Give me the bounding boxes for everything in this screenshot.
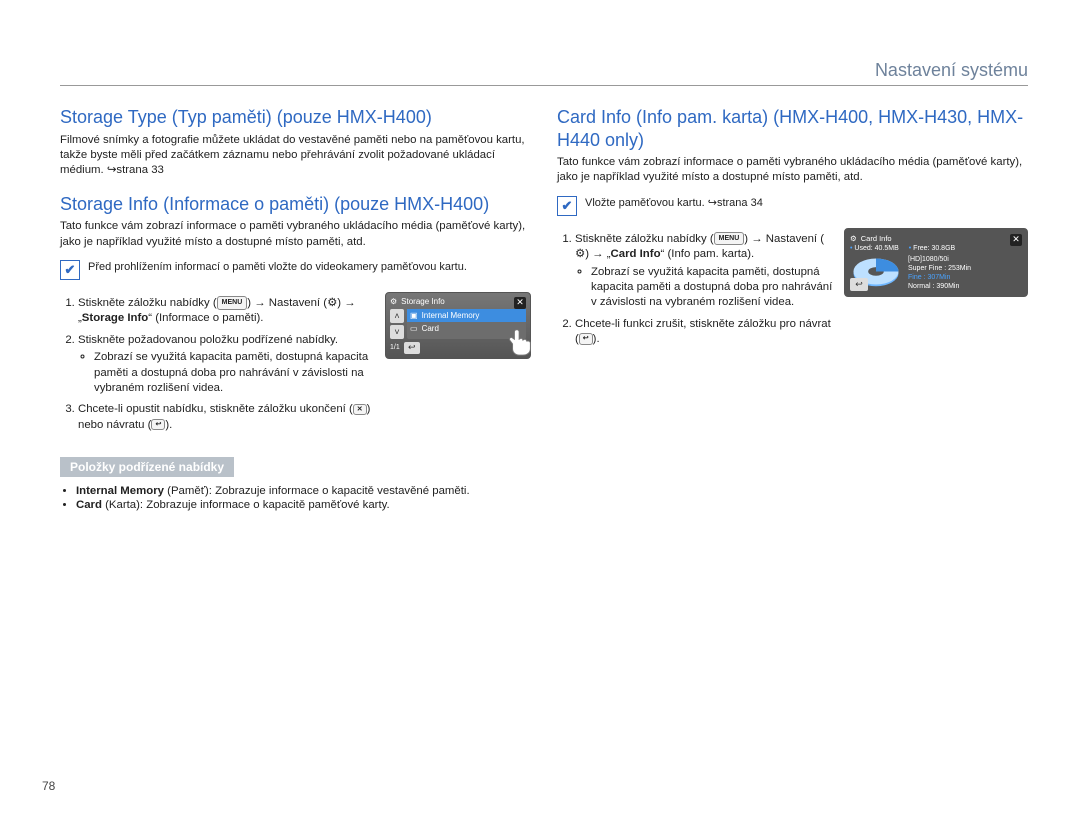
return-icon: ↩ xyxy=(579,333,593,344)
card-stats: • Used: 40.5MB • Free: 30.8GB xyxy=(850,245,1022,252)
paragraph-storage-info: Tato funkce vám zobrazí informace o pamě… xyxy=(60,219,531,250)
note-text: Před prohlížením informací o paměti vlož… xyxy=(88,260,467,275)
menu-icon: MENU xyxy=(714,232,745,245)
screen-title: Storage Info xyxy=(401,297,445,306)
note-row: ✔ Vložte paměťovou kartu. ↪strana 34 xyxy=(557,196,1028,216)
heading-storage-type: Storage Type (Typ paměti) (pouze HMX-H40… xyxy=(60,106,531,129)
check-note-icon: ✔ xyxy=(557,196,577,216)
return-icon: ↩ xyxy=(151,419,165,430)
submenu-heading: Položky podřízené nabídky xyxy=(60,457,234,477)
list-item-internal-memory[interactable]: ▣ Internal Memory xyxy=(407,309,526,322)
step-2-bullet: Zobrazí se využitá kapacita paměti, dost… xyxy=(94,350,375,396)
screen-title: Card Info xyxy=(861,234,892,243)
step-1-bullet: Zobrazí se využitá kapacita paměti, dost… xyxy=(591,265,834,311)
heading-storage-info: Storage Info (Informace o paměti) (pouze… xyxy=(60,193,531,216)
paragraph-storage-type: Filmové snímky a fotografie můžete uklád… xyxy=(60,133,531,179)
mode: [HD]1080/50i xyxy=(908,255,971,264)
screen-title-row: ⚙ Storage Info xyxy=(390,297,526,306)
submenu-items: Internal Memory (Paměť): Zobrazuje infor… xyxy=(60,485,531,511)
submenu-item-internal-memory: Internal Memory (Paměť): Zobrazuje infor… xyxy=(76,485,531,497)
pointer-hand-icon xyxy=(506,327,536,357)
note-text: Vložte paměťovou kartu. ↪strana 34 xyxy=(585,196,763,211)
right-column: Card Info (Info pam. karta) (HMX-H400, H… xyxy=(557,100,1028,515)
submenu-item-card: Card (Karta): Zobrazuje informace o kapa… xyxy=(76,499,531,511)
page-number: 78 xyxy=(42,779,55,793)
return-icon[interactable]: ↩ xyxy=(850,278,868,291)
return-icon[interactable]: ↩ xyxy=(404,342,420,354)
gear-icon: ⚙ xyxy=(850,234,857,243)
page: Nastavení systému Storage Type (Typ pamě… xyxy=(0,0,1080,827)
heading-card-info: Card Info (Info pam. karta) (HMX-H400, H… xyxy=(557,106,1028,151)
left-column: Storage Type (Typ paměti) (pouze HMX-H40… xyxy=(60,100,531,515)
close-icon[interactable]: ✕ xyxy=(1010,234,1022,246)
step-1: Stiskněte záložku nabídky (MENU) → Nasta… xyxy=(78,296,375,327)
up-arrow-button[interactable]: ˄ xyxy=(390,309,404,323)
step-2: Stiskněte požadovanou položku podřízené … xyxy=(78,333,375,397)
gear-icon: ⚙ xyxy=(575,247,585,262)
check-note-icon: ✔ xyxy=(60,260,80,280)
step-3: Chcete-li opustit nabídku, stiskněte zál… xyxy=(78,402,375,433)
step-2: Chcete-li funkci zrušit, stiskněte zálož… xyxy=(575,317,834,348)
card-info-screen: ⚙ Card Info ✕ • Used: 40.5MB • Free: 30.… xyxy=(844,228,1028,297)
two-column-layout: Storage Type (Typ paměti) (pouze HMX-H40… xyxy=(60,100,1028,515)
storage-info-screen: ⚙ Storage Info ✕ ˄ ˅ ▣ Internal Memory xyxy=(385,292,531,359)
close-icon: ✕ xyxy=(353,404,367,415)
steps-with-figure-right: Stiskněte záložku nabídky (MENU) → Nasta… xyxy=(557,228,1028,358)
menu-icon: MENU xyxy=(217,296,248,309)
step-1: Stiskněte záložku nabídky (MENU) → Nasta… xyxy=(575,232,834,311)
gear-icon: ⚙ xyxy=(390,297,397,306)
page-header: Nastavení systému xyxy=(60,60,1028,86)
steps-with-figure: Stiskněte záložku nabídky (MENU) → Nasta… xyxy=(60,292,531,443)
gear-icon: ⚙ xyxy=(327,296,337,311)
ordered-steps-left: Stiskněte záložku nabídky (MENU) → Nasta… xyxy=(60,296,375,439)
ordered-steps-right: Stiskněte záložku nabídky (MENU) → Nasta… xyxy=(557,232,834,354)
note-row: ✔ Před prohlížením informací o paměti vl… xyxy=(60,260,531,280)
pager: 1/1 xyxy=(390,344,400,351)
close-icon[interactable]: ✕ xyxy=(514,297,526,309)
quality-table: [HD]1080/50i Super Fine : 253Min Fine : … xyxy=(908,255,971,291)
paragraph-card-info: Tato funkce vám zobrazí informace o pamě… xyxy=(557,155,1028,186)
screen-title-row: ⚙ Card Info xyxy=(850,234,1022,243)
down-arrow-button[interactable]: ˅ xyxy=(390,325,404,339)
chip-icon: ▣ xyxy=(410,311,418,320)
card-icon: ▭ xyxy=(410,324,418,333)
